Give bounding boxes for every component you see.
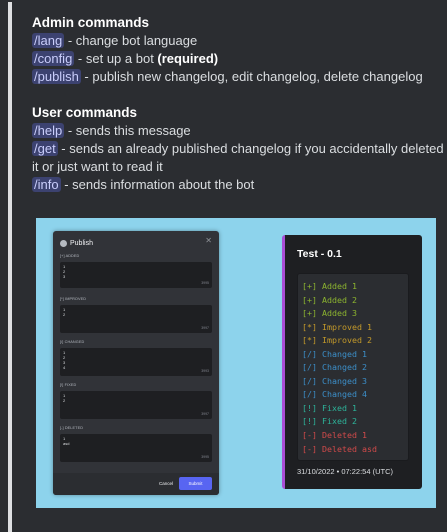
textarea-deleted[interactable]: 1 asd 3995	[60, 434, 212, 462]
command-description: - sends information about the bot	[60, 177, 255, 192]
text-line: 3	[63, 274, 66, 279]
textarea-changed[interactable]: 1 2 3 4 3993	[60, 348, 212, 376]
change-text: Added 2	[317, 294, 357, 305]
text-line: 2	[63, 398, 66, 403]
command-line: /info - sends information about the bot	[32, 176, 447, 194]
change-marker: [+]	[302, 281, 317, 291]
change-marker: [+]	[302, 294, 317, 305]
change-text: Added 3	[317, 308, 357, 319]
help-embed: Admin commands /lang - change bot langua…	[8, 2, 447, 532]
textarea-improved[interactable]: 1 2 3997	[60, 305, 212, 333]
changelog-line: [!] Fixed 1	[302, 402, 404, 416]
change-marker: [+]	[302, 308, 317, 319]
change-marker: [/]	[302, 362, 317, 373]
change-text: Fixed 1	[317, 402, 357, 413]
admin-commands-title: Admin commands	[32, 15, 150, 30]
change-text: Improved 2	[317, 335, 372, 346]
command-description: - change bot language	[64, 33, 198, 48]
slash-command-lang[interactable]: /lang	[32, 33, 65, 48]
command-line: /get - sends an already published change…	[32, 140, 447, 176]
change-marker: [-]	[302, 430, 317, 441]
command-description: - sends this message	[64, 123, 191, 138]
changelog-line: [*] Improved 1	[302, 321, 404, 335]
command-description: - set up a bot	[74, 51, 158, 66]
field-label-fixed: [!] FIXED	[60, 383, 77, 387]
change-marker: [*]	[302, 321, 317, 332]
submit-button[interactable]: Submit	[179, 477, 212, 490]
char-counter: 3997	[201, 326, 209, 330]
modal-title: Publish	[70, 239, 93, 247]
changelog-code-block: [+] Added 1 [+] Added 2 [+] Added 3 [*] Imp…	[297, 273, 409, 461]
textarea-fixed[interactable]: 1 2 3997	[60, 391, 212, 419]
changelog-line: [/] Changed 2	[302, 361, 404, 375]
modal-footer: Cancel Submit	[53, 473, 219, 495]
change-marker: [!]	[302, 402, 317, 413]
slash-command-help[interactable]: /help	[32, 123, 65, 138]
command-description: - sends an already published changelog i…	[32, 141, 444, 174]
change-text: Changed 3	[317, 375, 367, 386]
change-text: Deleted 1	[317, 430, 367, 441]
bot-avatar-icon	[60, 239, 67, 247]
slash-command-publish[interactable]: /publish	[32, 69, 81, 84]
char-counter: 3995	[201, 455, 209, 459]
command-line: /help - sends this message	[32, 122, 447, 140]
text-line: 4	[63, 365, 66, 370]
slash-command-config[interactable]: /config	[32, 51, 75, 66]
modal-header: Publish	[60, 237, 93, 249]
change-text: Added 1	[317, 281, 357, 291]
change-marker: [!]	[302, 416, 317, 427]
field-label-improved: [*] IMPROVED	[60, 297, 87, 301]
changelog-line: [-] Deleted asd	[302, 443, 404, 457]
embed-description: Admin commands /lang - change bot langua…	[32, 14, 447, 194]
slash-command-get[interactable]: /get	[32, 141, 58, 156]
changelog-title: Test - 0.1	[297, 248, 342, 260]
changelog-line: [!] Fixed 2	[302, 415, 404, 429]
embed-image[interactable]: Publish ✕ [+] ADDED 1 2 3 3995 [*] IMPRO…	[36, 218, 436, 508]
changelog-line: [/] Changed 4	[302, 388, 404, 402]
publish-modal: Publish ✕ [+] ADDED 1 2 3 3995 [*] IMPRO…	[53, 231, 219, 495]
change-marker: [/]	[302, 348, 317, 359]
cancel-button[interactable]: Cancel	[159, 481, 173, 486]
change-marker: [/]	[302, 375, 317, 386]
changelog-timestamp: 31/10/2022 • 07:22:54 (UTC)	[297, 467, 394, 476]
command-line: /publish - publish new changelog, edit c…	[32, 68, 447, 86]
close-icon[interactable]: ✕	[205, 236, 212, 245]
text-line: 2	[63, 312, 66, 317]
changelog-embed: Test - 0.1 [+] Added 1 [+] Added 2 [+] Add…	[282, 235, 422, 489]
slash-command-info[interactable]: /info	[32, 177, 61, 192]
changelog-line: [/] Changed 1	[302, 348, 404, 362]
change-text: Improved 1	[317, 321, 372, 332]
changelog-line: [+] Added 3	[302, 307, 404, 321]
user-commands-title: User commands	[32, 105, 138, 120]
change-marker: [/]	[302, 389, 317, 400]
changelog-line: [+] Added 1	[302, 280, 404, 294]
change-text: Deleted asd	[317, 443, 377, 454]
changelog-line: [*] Improved 2	[302, 334, 404, 348]
char-counter: 3997	[201, 412, 209, 416]
text-line: asd	[63, 441, 70, 446]
change-text: Changed 2	[317, 362, 367, 373]
changelog-line: [/] Changed 3	[302, 375, 404, 389]
command-line: /config - set up a bot (required)	[32, 50, 447, 68]
required-note: (required)	[157, 51, 219, 66]
field-label-changed: [/] CHANGED	[60, 340, 85, 344]
changelog-line: [+] Added 2	[302, 294, 404, 308]
textarea-added[interactable]: 1 2 3 3995	[60, 262, 212, 288]
char-counter: 3995	[201, 281, 209, 285]
changelog-line: [-] Deleted 1	[302, 429, 404, 443]
change-text: Fixed 2	[317, 416, 357, 427]
command-description: - publish new changelog, edit changelog,…	[80, 69, 423, 84]
change-marker: [-]	[302, 443, 317, 454]
char-counter: 3993	[201, 369, 209, 373]
change-text: Changed 1	[317, 348, 367, 359]
command-line: /lang - change bot language	[32, 32, 447, 50]
change-text: Changed 4	[317, 389, 367, 400]
change-marker: [*]	[302, 335, 317, 346]
field-label-deleted: [-] DELETED	[60, 426, 84, 430]
field-label-added: [+] ADDED	[60, 254, 80, 258]
